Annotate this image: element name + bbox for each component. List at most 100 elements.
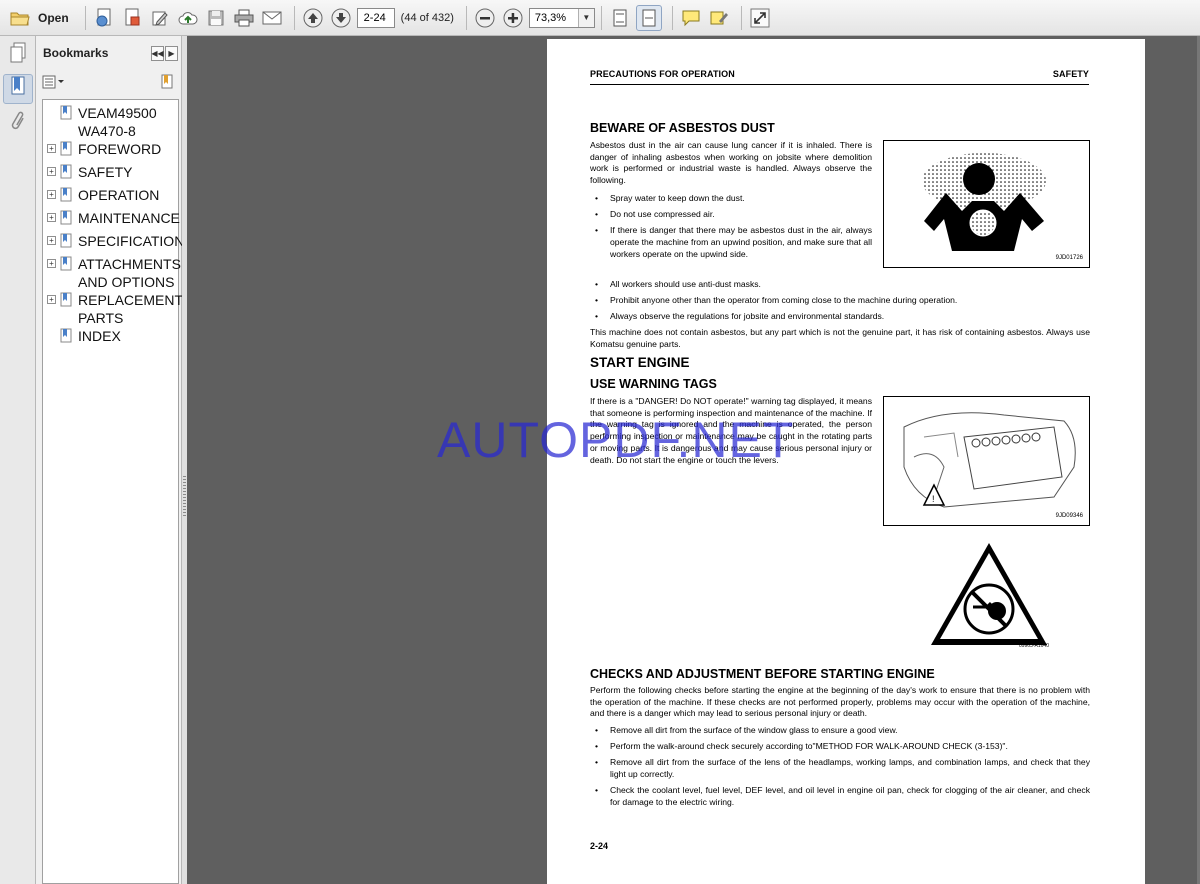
fit-width-icon <box>637 6 661 30</box>
section-title-asbestos: BEWARE OF ASBESTOS DUST <box>590 121 775 135</box>
bookmark-page-icon <box>60 141 72 156</box>
open-label: Open <box>38 10 69 25</box>
create-pdf-button[interactable] <box>92 5 116 31</box>
cab-figure: ! 9JD09346 <box>883 396 1090 526</box>
bookmark-page-icon <box>60 105 72 120</box>
comment-button[interactable] <box>679 5 703 31</box>
upload-button[interactable] <box>176 5 200 31</box>
attachments-button[interactable] <box>3 108 33 138</box>
bookmarks-header: Bookmarks ◀◀ ▶ <box>36 36 181 70</box>
list-item: Perform the walk-around check securely a… <box>590 741 1090 753</box>
bookmark-item[interactable]: + FOREWORD <box>43 140 178 163</box>
save-button[interactable] <box>204 5 228 31</box>
expand-icon[interactable]: + <box>47 190 56 199</box>
warning-tags-text: If there is a "DANGER! Do NOT operate!" … <box>590 396 872 465</box>
combine-files-button[interactable] <box>120 5 144 31</box>
list-item: All workers should use anti-dust masks. <box>590 279 1090 291</box>
expand-panel-button[interactable]: ▶ <box>165 45 178 61</box>
navigation-rail <box>0 36 36 884</box>
svg-text:!: ! <box>932 494 935 504</box>
pages-icon <box>9 42 27 69</box>
page-thumbnails-button[interactable] <box>3 40 33 70</box>
bookmark-page-icon <box>60 164 72 179</box>
email-button[interactable] <box>260 5 284 31</box>
section-title-start-engine: START ENGINE <box>590 355 690 370</box>
options-menu-icon[interactable] <box>42 75 66 94</box>
asbestos-bullets-wide: All workers should use anti-dust masks. … <box>590 279 1090 328</box>
toolbar-separator <box>671 5 673 30</box>
bookmark-page-icon <box>60 210 72 225</box>
splitter-grip[interactable] <box>183 476 186 516</box>
bookmarks-tree: VEAM49500 WA470-8 + FOREWORD + SAFETY + … <box>42 99 194 884</box>
asbestos-closing: This machine does not contain asbestos, … <box>590 327 1090 349</box>
bookmark-page-icon <box>60 328 72 343</box>
bookmark-icon <box>10 76 26 103</box>
list-item: Remove all dirt from the surface of the … <box>590 757 1090 780</box>
fit-page-icon <box>608 6 632 30</box>
bookmark-item[interactable]: + OPERATION <box>43 186 178 209</box>
fit-page-button[interactable] <box>608 5 632 31</box>
pdf-page: PRECAUTIONS FOR OPERATION SAFETY BEWARE … <box>547 39 1145 884</box>
bookmark-page-icon <box>60 187 72 202</box>
bookmark-page-icon <box>60 256 72 271</box>
section-title-checks: CHECKS AND ADJUSTMENT BEFORE STARTING EN… <box>590 667 935 681</box>
bookmarks-tab-button[interactable] <box>3 74 33 104</box>
bookmark-item[interactable]: + ATTACHMENTS AND OPTIONS <box>43 255 181 291</box>
chevron-down-icon[interactable]: ▼ <box>577 8 594 27</box>
fullscreen-button[interactable] <box>748 5 772 31</box>
toolbar-separator <box>465 5 467 30</box>
paperclip-icon <box>10 110 26 137</box>
document-viewport[interactable]: PRECAUTIONS FOR OPERATION SAFETY BEWARE … <box>187 36 1200 884</box>
do-not-operate-sign <box>931 543 1047 645</box>
page-number-input[interactable]: 2-24 <box>356 7 395 28</box>
open-button[interactable]: Open <box>6 5 75 31</box>
new-bookmark-icon[interactable] <box>159 74 175 95</box>
zoom-select[interactable]: 73,3% ▼ <box>528 7 595 28</box>
highlight-button[interactable] <box>707 5 731 31</box>
expand-icon[interactable]: + <box>47 144 56 153</box>
page-number: 2-24 <box>590 841 609 851</box>
bookmark-item[interactable]: VEAM49500 WA470-8 <box>43 104 178 140</box>
figure-code: 9JD01726 <box>1055 255 1083 261</box>
section-subtitle-warning-tags: USE WARNING TAGS <box>590 377 717 391</box>
expand-icon[interactable]: + <box>47 259 56 268</box>
fit-width-button[interactable] <box>635 4 662 31</box>
combine-files-icon <box>120 6 144 30</box>
page-header-right: SAFETY <box>1052 69 1089 79</box>
zoom-out-button[interactable] <box>473 5 497 31</box>
bookmarks-title: Bookmarks <box>43 46 109 60</box>
asbestos-intro: Asbestos dust in the air can cause lung … <box>590 140 872 186</box>
expand-icon[interactable]: + <box>47 236 56 245</box>
zoom-value: 73,3% <box>534 11 567 24</box>
previous-page-button[interactable] <box>301 5 325 31</box>
arrow-up-circle-icon <box>301 6 325 30</box>
figure-code: 9JD09346 <box>1055 513 1083 519</box>
list-item: Spray water to keep down the dust. <box>590 193 872 205</box>
bookmark-item[interactable]: + MAINTENANCE <box>43 209 180 232</box>
expand-icon <box>748 6 772 30</box>
cloud-upload-icon <box>176 6 200 30</box>
create-pdf-icon <box>92 6 116 30</box>
bookmark-item[interactable]: + SPECIFICATIONS <box>43 232 194 255</box>
next-page-button[interactable] <box>329 5 353 31</box>
expand-icon[interactable]: + <box>47 213 56 222</box>
bookmark-item[interactable]: + SAFETY <box>43 163 178 186</box>
zoom-in-button[interactable] <box>501 5 525 31</box>
print-button[interactable] <box>232 5 256 31</box>
highlighter-icon <box>707 6 731 30</box>
expand-icon[interactable]: + <box>47 295 56 304</box>
expand-icon[interactable]: + <box>47 167 56 176</box>
bookmark-item[interactable]: INDEX <box>43 327 178 350</box>
collapse-panel-button[interactable]: ◀◀ <box>151 45 164 61</box>
edit-button[interactable] <box>148 5 172 31</box>
asbestos-figure: 9JD01726 <box>883 140 1090 268</box>
cab-illustration: ! <box>903 412 1076 508</box>
asbestos-dust-illustration <box>922 153 1046 251</box>
bookmark-item[interactable]: + REPLACEMENT PARTS <box>43 291 183 327</box>
list-item: Do not use compressed air. <box>590 209 872 221</box>
arrow-down-circle-icon <box>329 6 353 30</box>
figure-code: 09963-A1640 <box>1018 643 1049 649</box>
main-toolbar: Open 2-24 (44 of 432) 73,3% ▼ <box>0 0 1200 36</box>
list-item: Always observe the regulations for jobsi… <box>590 311 1090 323</box>
list-item: Remove all dirt from the surface of the … <box>590 725 1090 737</box>
